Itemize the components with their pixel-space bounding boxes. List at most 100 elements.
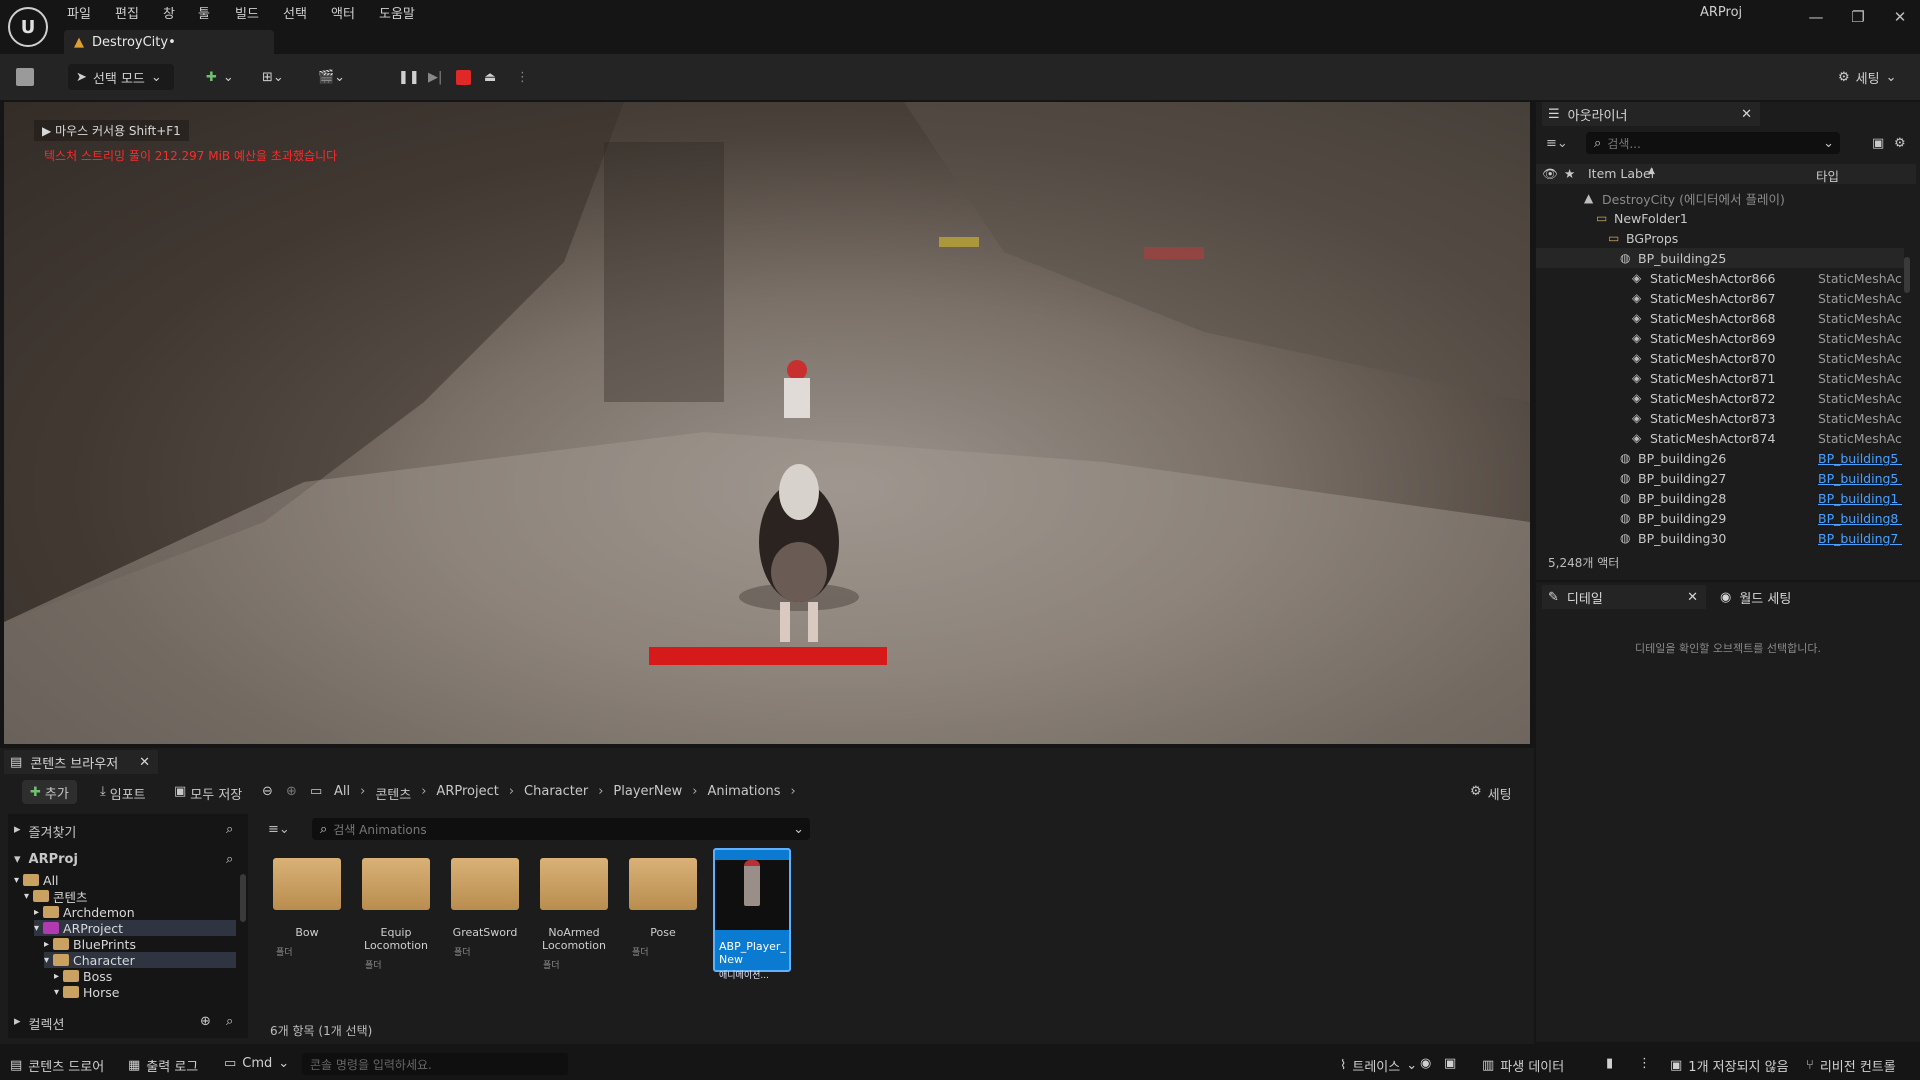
level-tab[interactable]: ▲ DestroyCity• [64, 30, 274, 54]
chevron-right-icon[interactable]: › [421, 784, 426, 803]
outliner-row[interactable]: ▲ DestroyCity (에디터에서 플레이) [1536, 188, 1904, 208]
more-options-icon[interactable]: ⋮ [516, 64, 529, 90]
folder-tree-item[interactable]: ▾ 콘텐츠 [24, 888, 88, 905]
cinematics-button[interactable]: 🎬⌄ [318, 64, 345, 90]
folder-tree-item[interactable]: ▾ Horse [54, 984, 119, 1000]
folder-tree-item[interactable]: ▸ BluePrints [44, 936, 136, 952]
outliner-row[interactable]: ◈ StaticMeshActor869 StaticMeshAct [1536, 328, 1904, 348]
item-label-column[interactable]: Item Label [1588, 166, 1654, 181]
expand-arrow-icon[interactable]: ▾ [54, 987, 59, 998]
record-icon[interactable]: ◉ [1420, 1056, 1431, 1071]
outliner-row[interactable]: ◍ BP_building28 BP_building1 | [1536, 488, 1904, 508]
folder-asset[interactable]: GreatSword 폴더 [446, 848, 524, 972]
menu-actor[interactable]: 액터 [331, 3, 355, 22]
outliner-row[interactable]: ◈ StaticMeshActor873 StaticMeshAct [1536, 408, 1904, 428]
save-all-button[interactable]: ▣ 모두 저장 [174, 784, 242, 803]
chevron-right-icon[interactable]: › [791, 784, 796, 803]
folder-tree-item[interactable]: ▸ Boss [54, 968, 112, 984]
content-settings-button[interactable]: ⚙ 세팅 [1470, 784, 1512, 803]
tab-world-settings[interactable]: ◉ 월드 세팅 [1714, 585, 1791, 609]
breadcrumb-item[interactable]: All [334, 784, 350, 803]
chevron-right-icon[interactable]: › [692, 784, 697, 803]
revision-control-button[interactable]: ⑂ 리비전 컨트롤 [1806, 1056, 1896, 1075]
folder-tree-item[interactable]: ▾ ARProject [34, 920, 236, 936]
content-drawer-button[interactable]: ▤ 콘텐츠 드로어 [10, 1056, 104, 1075]
outliner-row[interactable]: ◈ StaticMeshActor872 StaticMeshAct [1536, 388, 1904, 408]
menu-select[interactable]: 선택 [283, 3, 307, 22]
back-icon[interactable]: ⊖ [262, 784, 273, 799]
outliner-row[interactable]: ◈ StaticMeshActor874 StaticMeshAct [1536, 428, 1904, 448]
outliner-scrollbar[interactable] [1904, 257, 1910, 293]
outliner-row[interactable]: ◈ StaticMeshActor868 StaticMeshAct [1536, 308, 1904, 328]
asset-search-input[interactable]: ⌕ 검색 Animations ⌄ [312, 818, 810, 840]
folder-tree-item[interactable]: ▾ Character [44, 952, 236, 968]
menu-edit[interactable]: 편집 [115, 3, 139, 22]
more-options-icon[interactable]: ⋮ [1638, 1056, 1651, 1071]
project-header[interactable]: ▾ ARProj [14, 852, 78, 867]
gear-icon[interactable]: ⚙ [1894, 136, 1906, 151]
import-button[interactable]: ⤓ 임포트 [100, 784, 146, 803]
output-log-button[interactable]: ▦ 출력 로그 [128, 1056, 198, 1075]
filter-icon[interactable]: ≡⌄ [268, 822, 290, 837]
restore-icon[interactable]: ❐ [1838, 4, 1878, 30]
animation-blueprint-asset[interactable]: ABP_Player_ New 애니메이션... [713, 848, 791, 981]
breadcrumb-item[interactable]: Character [524, 784, 588, 803]
settings-button[interactable]: ⚙ 세팅 ⌄ [1838, 64, 1896, 90]
add-folder-icon[interactable]: ▣ [1872, 136, 1884, 151]
expand-arrow-icon[interactable]: ▸ [54, 971, 59, 982]
expand-arrow-icon[interactable]: ▾ [24, 891, 29, 902]
outliner-row-type[interactable]: BP_building1 | [1818, 491, 1902, 506]
console-input[interactable]: 콘솔 명령을 입력하세요. [302, 1053, 568, 1075]
folder-tree-item[interactable]: ▾ All [14, 872, 59, 888]
folder-asset[interactable]: Pose 폴더 [624, 848, 702, 972]
search-icon[interactable]: ⌕ [226, 852, 233, 867]
collections-header[interactable]: ▸ 컬렉션 [14, 1014, 64, 1033]
expand-arrow-icon[interactable]: ▸ [44, 939, 49, 950]
stop-icon[interactable] [456, 64, 471, 90]
outliner-row[interactable]: ◍ BP_building25 [1536, 248, 1904, 268]
filter-icon[interactable]: ≡⌄ [1546, 136, 1568, 151]
tab-content-browser[interactable]: ▤ 콘텐츠 브라우저 ✕ [4, 750, 158, 774]
chevron-right-icon[interactable]: › [360, 784, 365, 803]
pause-icon[interactable]: ❚❚ [398, 64, 420, 90]
folder-asset[interactable]: Bow 폴더 [268, 848, 346, 972]
expand-arrow-icon[interactable]: ▾ [14, 875, 19, 886]
tab-outliner[interactable]: ☰ 아웃라이너 ✕ [1542, 102, 1760, 126]
close-icon[interactable]: ✕ [1880, 4, 1920, 30]
forward-icon[interactable]: ⊕ [286, 784, 297, 799]
tree-scrollbar[interactable] [240, 874, 246, 922]
folder-icon[interactable]: ▭ [310, 784, 322, 799]
favorites-header[interactable]: ▸ 즐겨찾기 [14, 822, 76, 841]
outliner-row-type[interactable]: BP_building7 | [1818, 531, 1902, 546]
expand-arrow-icon[interactable]: ▾ [44, 955, 49, 966]
add-collection-icon[interactable]: ⊕ [200, 1014, 211, 1029]
tab-details[interactable]: ✎ 디테일 ✕ [1542, 585, 1706, 609]
menu-window[interactable]: 창 [163, 3, 175, 22]
trace-button[interactable]: ⌇ 트레이스 ⌄ [1340, 1056, 1417, 1075]
breadcrumb-item[interactable]: ARProject [436, 784, 498, 803]
breadcrumb-item[interactable]: Animations [707, 784, 780, 803]
outliner-row[interactable]: ◍ BP_building29 BP_building8 | [1536, 508, 1904, 528]
outliner-row[interactable]: ▭ BGProps [1536, 228, 1904, 248]
add-actor-button[interactable]: ✚ ⌄ [206, 64, 234, 90]
outliner-row[interactable]: ◈ StaticMeshActor866 StaticMeshAct [1536, 268, 1904, 288]
expand-arrow-icon[interactable]: ▾ [34, 923, 39, 934]
search-icon[interactable]: ⌕ [226, 1014, 233, 1029]
menu-file[interactable]: 파일 [67, 3, 91, 22]
outliner-search-input[interactable]: ⌕ 검색... ⌄ [1586, 132, 1840, 154]
close-tab-icon[interactable]: ✕ [139, 755, 150, 770]
camera-icon[interactable]: ▣ [1444, 1056, 1456, 1071]
minimize-icon[interactable]: — [1796, 4, 1836, 30]
type-column[interactable]: 타입 [1816, 166, 1839, 185]
viewport-hint[interactable]: ▶ 마우스 커서용 Shift+F1 [34, 120, 189, 141]
outliner-row-type[interactable]: BP_building8 | [1818, 511, 1902, 526]
chevron-right-icon[interactable]: › [598, 784, 603, 803]
derived-data-button[interactable]: ▥ 파생 데이터 [1482, 1056, 1564, 1075]
cmd-dropdown[interactable]: ▭ Cmd ⌄ [224, 1056, 289, 1071]
outliner-row[interactable]: ◍ BP_building30 BP_building7 | [1536, 528, 1904, 548]
outliner-row-type[interactable]: BP_building5 | [1818, 471, 1902, 486]
add-button[interactable]: ✚ 추가 [22, 780, 77, 804]
unsaved-button[interactable]: ▣ 1개 저장되지 않음 [1670, 1056, 1789, 1075]
breadcrumb-item[interactable]: PlayerNew [613, 784, 682, 803]
outliner-row[interactable]: ▭ NewFolder1 [1536, 208, 1904, 228]
